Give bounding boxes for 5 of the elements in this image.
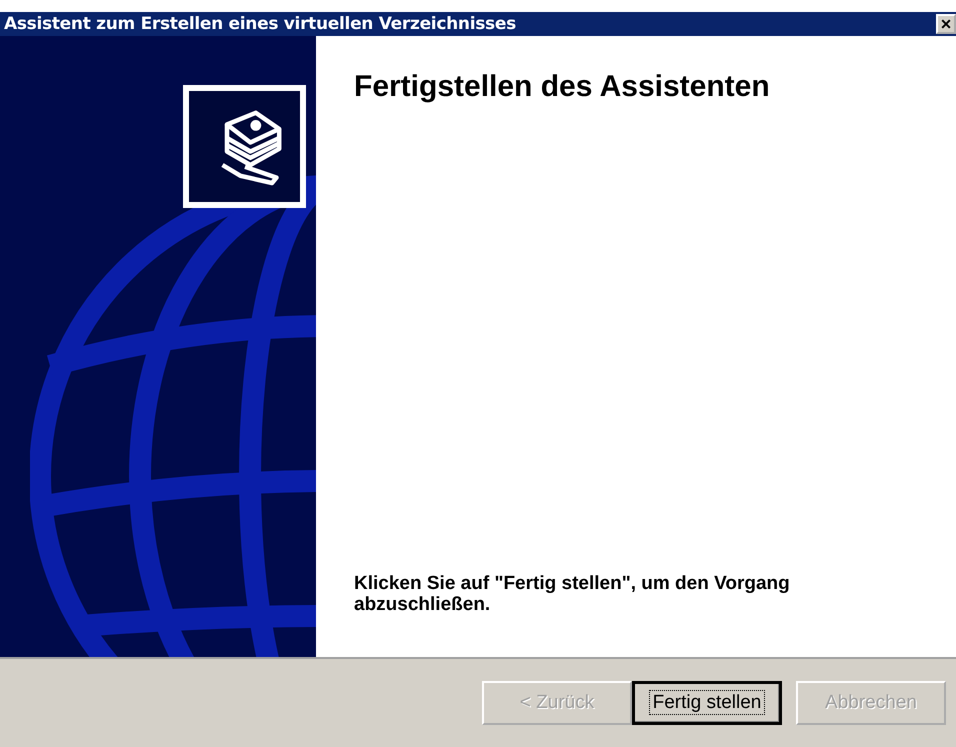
wizard-button[interactable]: Fertig stellen — [632, 681, 782, 725]
close-button[interactable]: × — [936, 14, 956, 34]
instruction-text: Klicken Sie auf "Fertig stellen", um den Vorgang abzuschließen. — [354, 573, 791, 615]
window-title: Assistent zum Erstellen eines virtuellen Verzeichnisses — [4, 14, 516, 34]
wizard-heading: Fertigstellen des Assistenten — [354, 70, 771, 104]
